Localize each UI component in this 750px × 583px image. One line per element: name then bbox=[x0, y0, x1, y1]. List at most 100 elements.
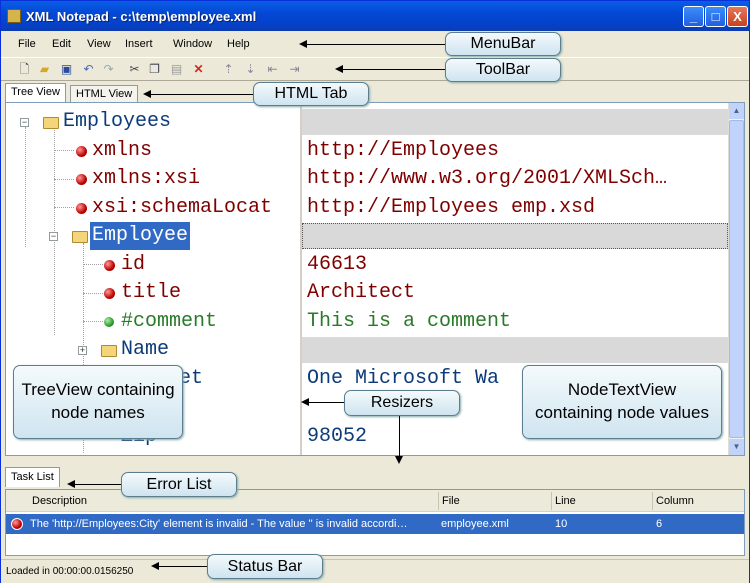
column-separator[interactable] bbox=[652, 492, 653, 510]
window-title: XML Notepad - c:\temp\employee.xml bbox=[26, 9, 257, 24]
tree-node[interactable]: − Employees bbox=[6, 108, 296, 136]
tree-node[interactable]: id bbox=[6, 251, 296, 279]
cut-icon[interactable]: ✂ bbox=[127, 62, 142, 77]
scroll-down-icon[interactable]: ▼ bbox=[729, 439, 744, 455]
column-separator[interactable] bbox=[551, 492, 552, 510]
menu-file[interactable]: File bbox=[18, 38, 36, 50]
nudge-right-icon[interactable]: ⇥ bbox=[287, 62, 302, 77]
callout-menubar: MenuBar bbox=[445, 32, 561, 56]
callout-toolbar: ToolBar bbox=[445, 58, 561, 82]
tree-node-label: xmlns:xsi bbox=[92, 167, 201, 190]
tree-node[interactable]: − Employee bbox=[6, 222, 296, 250]
value-row[interactable]: http://Employees bbox=[302, 137, 728, 165]
column-line[interactable]: Line bbox=[555, 495, 576, 507]
task-tabs: Task List bbox=[1, 463, 749, 489]
callout-arrow bbox=[145, 94, 253, 95]
value-row[interactable] bbox=[302, 109, 728, 135]
column-file[interactable]: File bbox=[442, 495, 460, 507]
maximize-button[interactable]: □ bbox=[705, 6, 726, 27]
callout-arrowhead bbox=[335, 65, 343, 73]
close-button[interactable]: X bbox=[727, 6, 748, 27]
open-icon[interactable]: ▰ bbox=[37, 62, 52, 77]
tab-tree-view[interactable]: Tree View bbox=[5, 83, 66, 103]
tree-node[interactable]: #comment bbox=[6, 308, 296, 336]
callout-html-tab: HTML Tab bbox=[253, 82, 369, 106]
error-file: employee.xml bbox=[441, 518, 509, 530]
callout-arrow bbox=[301, 44, 445, 45]
folder-icon bbox=[101, 345, 117, 357]
callout-arrow bbox=[337, 69, 445, 70]
callout-nodetextview: NodeTextView containing node values bbox=[522, 365, 722, 439]
value-row[interactable]: 46613 bbox=[302, 251, 728, 279]
tree-node-label: xsi:schemaLocat bbox=[92, 196, 273, 219]
tree-node[interactable]: xsi:schemaLocat bbox=[6, 194, 300, 222]
column-description[interactable]: Description bbox=[32, 495, 87, 507]
value-row[interactable]: http://www.w3.org/2001/XMLSch… bbox=[302, 165, 722, 193]
callout-arrowhead bbox=[299, 40, 307, 48]
folder-icon bbox=[43, 117, 59, 129]
collapse-icon[interactable]: − bbox=[49, 232, 58, 241]
paste-icon[interactable]: ▤ bbox=[169, 62, 184, 77]
status-text: Loaded in 00:00:00.0156250 bbox=[6, 566, 134, 577]
menu-window[interactable]: Window bbox=[173, 38, 212, 50]
tab-task-list[interactable]: Task List bbox=[5, 467, 60, 487]
value-row[interactable]: This is a comment bbox=[302, 308, 728, 336]
tree-node-label: id bbox=[121, 253, 146, 276]
attribute-icon bbox=[76, 174, 87, 185]
callout-arrowhead bbox=[143, 90, 151, 98]
save-icon[interactable]: ▣ bbox=[59, 62, 74, 77]
tree-node[interactable]: xmlns:xsi bbox=[6, 165, 296, 193]
scroll-thumb[interactable] bbox=[729, 120, 744, 438]
attribute-icon bbox=[76, 146, 87, 157]
error-column: 6 bbox=[656, 518, 663, 530]
value-row[interactable] bbox=[302, 223, 728, 249]
column-separator[interactable] bbox=[438, 492, 439, 510]
callout-arrow bbox=[153, 566, 207, 567]
error-description: The 'http://Employees:City' element is i… bbox=[30, 518, 408, 530]
error-list: Description File Line Column The 'http:/… bbox=[5, 489, 745, 556]
callout-arrow bbox=[69, 484, 121, 485]
attribute-icon bbox=[104, 288, 115, 299]
xml-notepad-icon bbox=[7, 9, 21, 23]
tree-node-label: Name bbox=[121, 338, 170, 361]
minimize-button[interactable]: _ bbox=[683, 6, 704, 27]
value-row[interactable] bbox=[302, 337, 728, 363]
scroll-up-icon[interactable]: ▲ bbox=[729, 103, 744, 119]
copy-icon[interactable]: ❐ bbox=[147, 62, 162, 77]
collapse-icon[interactable]: − bbox=[20, 118, 29, 127]
vertical-scrollbar[interactable]: ▲ ▼ bbox=[728, 103, 744, 455]
menu-insert[interactable]: Insert bbox=[125, 38, 153, 50]
menu-help[interactable]: Help bbox=[227, 38, 250, 50]
menu-edit[interactable]: Edit bbox=[52, 38, 71, 50]
nudge-down-icon[interactable]: ⇣ bbox=[243, 62, 258, 77]
redo-icon[interactable]: ↷ bbox=[101, 62, 116, 77]
column-column[interactable]: Column bbox=[656, 495, 694, 507]
title-bar[interactable]: XML Notepad - c:\temp\employee.xml _ □ X bbox=[1, 1, 749, 31]
new-icon[interactable]: 🗋 bbox=[17, 62, 32, 77]
pane-resizer[interactable] bbox=[1, 457, 749, 462]
callout-arrowhead bbox=[395, 456, 403, 464]
callout-resizers: Resizers bbox=[344, 390, 460, 416]
error-list-header: Description File Line Column bbox=[6, 490, 744, 512]
value-row[interactable]: Architect bbox=[302, 279, 728, 307]
callout-arrow bbox=[399, 416, 400, 458]
undo-icon[interactable]: ↶ bbox=[81, 62, 96, 77]
delete-icon[interactable]: ✕ bbox=[191, 62, 206, 77]
expand-icon[interactable]: + bbox=[78, 346, 87, 355]
tree-node[interactable]: xmlns bbox=[6, 137, 296, 165]
value-row[interactable]: http://Employees emp.xsd bbox=[302, 194, 728, 222]
view-tabs: Tree View HTML View bbox=[1, 83, 749, 103]
tree-node[interactable]: title bbox=[6, 279, 296, 307]
callout-error-list: Error List bbox=[121, 472, 237, 497]
app-window: XML Notepad - c:\temp\employee.xml _ □ X… bbox=[0, 0, 750, 583]
tab-html-view[interactable]: HTML View bbox=[70, 85, 139, 103]
tree-node-label: xmlns bbox=[92, 139, 153, 162]
tree-node-label: Employee bbox=[90, 222, 191, 250]
error-line: 10 bbox=[555, 518, 568, 530]
nudge-up-icon[interactable]: ⇡ bbox=[221, 62, 236, 77]
nudge-left-icon[interactable]: ⇤ bbox=[265, 62, 280, 77]
menu-view[interactable]: View bbox=[87, 38, 111, 50]
table-row[interactable]: The 'http://Employees:City' element is i… bbox=[6, 514, 744, 534]
tree-node[interactable]: + Name bbox=[6, 336, 296, 364]
tree-node-label: title bbox=[121, 281, 182, 304]
